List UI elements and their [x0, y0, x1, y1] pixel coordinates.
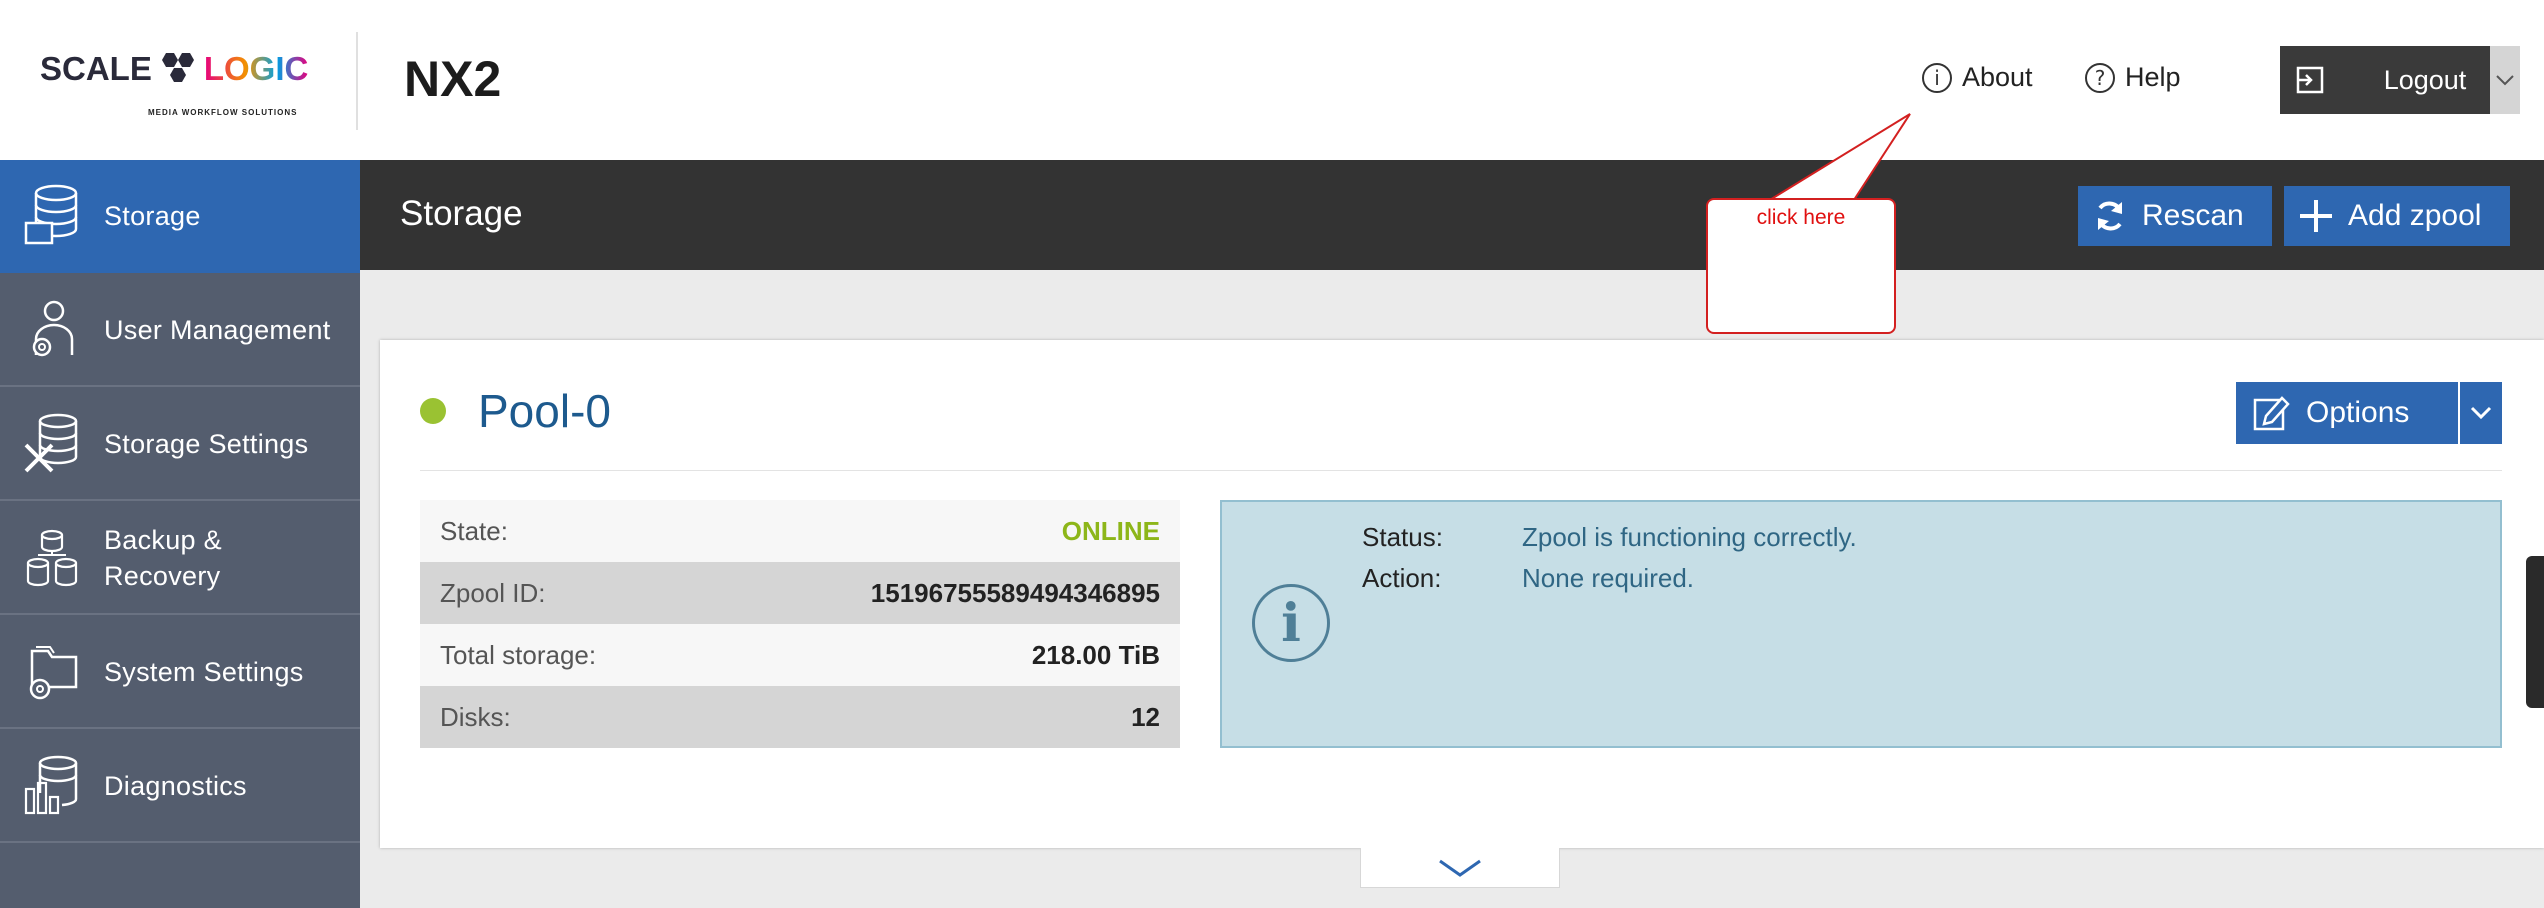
callout-pointer: [1760, 113, 1911, 206]
disks-value: 12: [1131, 701, 1160, 732]
folder-gear-icon: [0, 615, 104, 728]
logout-dropdown-toggle[interactable]: [2490, 46, 2520, 114]
header-divider: [356, 32, 358, 130]
pool-status-dot: [420, 398, 446, 424]
about-label: About: [1962, 62, 2033, 92]
rescan-button[interactable]: Rescan: [2078, 186, 2272, 246]
callout-text: click here: [1756, 206, 1846, 229]
add-zpool-button[interactable]: Add zpool: [2284, 186, 2510, 246]
app-root: SCALE LOGIC MEDIA WORKFLOW SOLUTIONS NX2…: [0, 0, 2544, 908]
sidebar-item-storage[interactable]: Storage: [0, 160, 360, 273]
question-icon: ?: [2085, 62, 2115, 93]
user-gear-icon: [0, 273, 104, 386]
database-tools-icon: [0, 387, 104, 500]
status-value: Zpool is functioning correctly.: [1522, 522, 1857, 552]
backup-icon: [0, 501, 104, 614]
state-value: ONLINE: [1061, 515, 1160, 546]
logout-icon: [2280, 65, 2340, 95]
side-toolbar-widget[interactable]: [2526, 556, 2544, 708]
options-label: Options: [2306, 396, 2410, 429]
detail-row-disks: Disks: 12: [420, 686, 1180, 748]
action-value: None required.: [1522, 563, 1694, 593]
refresh-icon: [2078, 198, 2142, 234]
detail-row-total-storage: Total storage: 218.00 TiB: [420, 624, 1180, 686]
sidebar-label-storage: Storage: [104, 200, 201, 231]
database-icon: [0, 159, 104, 272]
total-storage-value: 218.00 TiB: [1031, 639, 1160, 670]
rescan-label: Rescan: [2142, 199, 2244, 232]
chevron-down-icon: [1439, 859, 1481, 877]
page-header-bar: Storage Rescan Add zpool: [360, 160, 2544, 270]
product-name: NX2: [404, 51, 502, 107]
detail-key: State:: [440, 515, 508, 546]
hexagon-logo-icon: [161, 53, 194, 83]
action-label: Action:: [1362, 563, 1442, 593]
detail-row-state: State: ONLINE: [420, 500, 1180, 562]
top-header: SCALE LOGIC MEDIA WORKFLOW SOLUTIONS NX2…: [0, 0, 2544, 160]
detail-key: Zpool ID:: [440, 577, 546, 608]
about-link[interactable]: i About: [1922, 62, 2033, 93]
sidebar-item-user-management[interactable]: User Management: [0, 274, 360, 387]
pool-status-box: i Status: Zpool is functioning correctly…: [1220, 500, 2502, 748]
help-link[interactable]: ? Help: [2085, 62, 2181, 93]
status-label: Status:: [1362, 522, 1443, 552]
sidebar-label-diagnostics: Diagnostics: [104, 770, 247, 801]
options-button[interactable]: Options: [2236, 382, 2458, 444]
detail-key: Disks:: [440, 701, 511, 732]
sidebar-label-system-settings: System Settings: [104, 656, 304, 687]
sidebar-item-system-settings[interactable]: System Settings: [0, 616, 360, 729]
sidebar-item-backup-recovery[interactable]: Backup & Recovery: [0, 502, 360, 615]
pool-details-table: State: ONLINE Zpool ID: 1519675558949434…: [420, 500, 1180, 748]
plus-icon: [2284, 198, 2348, 234]
pool-name: Pool-0: [478, 385, 611, 437]
page-title: Storage: [400, 194, 523, 233]
help-label: Help: [2125, 62, 2181, 92]
sidebar: Storage User Management Storage Settings…: [0, 160, 360, 908]
zpool-id-value: 15196755589494346895: [870, 577, 1160, 608]
scroll-down-tab[interactable]: [1360, 848, 1560, 888]
edit-icon: [2236, 394, 2306, 432]
logout-button[interactable]: Logout: [2280, 46, 2520, 114]
options-dropdown-toggle[interactable]: [2460, 382, 2502, 444]
scale-logic-logo: SCALE LOGIC MEDIA WORKFLOW SOLUTIONS: [40, 50, 309, 117]
sidebar-label-user-management: User Management: [104, 314, 331, 345]
sidebar-label-storage-settings: Storage Settings: [104, 428, 309, 459]
sidebar-item-diagnostics[interactable]: Diagnostics: [0, 730, 360, 843]
info-circle-icon: i: [1252, 584, 1330, 662]
info-icon: i: [1922, 62, 1952, 93]
card-divider: [420, 470, 2502, 471]
detail-key: Total storage:: [440, 639, 597, 670]
add-zpool-label: Add zpool: [2348, 199, 2482, 232]
detail-row-zpool-id: Zpool ID: 15196755589494346895: [420, 562, 1180, 624]
database-chart-icon: [0, 729, 104, 842]
sidebar-item-storage-settings[interactable]: Storage Settings: [0, 388, 360, 501]
sidebar-label-backup-recovery: Backup & Recovery: [104, 524, 222, 591]
pool-card: Pool-0 Options State: ONLINE Zpool ID: 1…: [380, 340, 2544, 848]
chevron-down-icon: [2496, 75, 2514, 86]
chevron-down-icon: [2470, 406, 2492, 420]
